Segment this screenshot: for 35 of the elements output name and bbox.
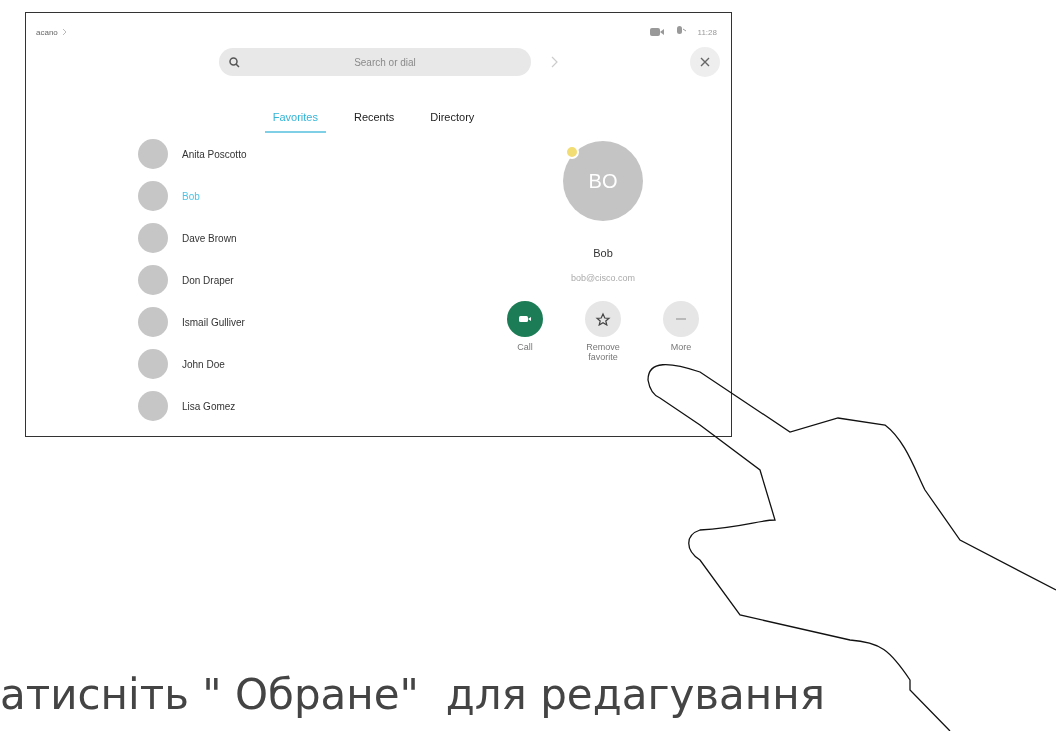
contact-name[interactable]: John Doe — [182, 358, 225, 370]
contact-name[interactable]: Don Draper — [182, 274, 234, 286]
camera-icon[interactable] — [649, 27, 664, 37]
chevron-icon[interactable] — [551, 56, 558, 68]
avatar-initials: BO — [588, 169, 618, 193]
contact-name[interactable]: Dave Brown — [182, 232, 237, 244]
contact-email: bob@cisco.com — [570, 273, 636, 283]
tab[interactable]: Recents — [345, 107, 403, 133]
tab[interactable]: Directory — [422, 107, 483, 133]
breadcrumb-label[interactable]: acano — [36, 27, 58, 37]
instruction-caption: атисніть " Обране" для редагування — [0, 672, 826, 719]
action-label: Remove favorite — [585, 342, 621, 362]
action-label: Call — [517, 342, 533, 352]
favorite-button[interactable] — [585, 301, 621, 337]
close-icon — [700, 57, 710, 67]
clock-time: 11:28 — [697, 27, 717, 37]
avatar-circle — [138, 391, 168, 421]
status-dot — [565, 145, 579, 159]
contact-name[interactable]: Lisa Gomez — [182, 400, 236, 412]
search-icon — [229, 57, 240, 68]
avatar-circle — [138, 265, 168, 295]
avatar-circle — [138, 139, 168, 169]
contact-name[interactable]: Anita Poscotto — [182, 148, 247, 160]
avatar-circle — [138, 223, 168, 253]
close-button[interactable] — [690, 47, 720, 77]
avatar-circle — [138, 181, 168, 211]
chevron-icon — [61, 28, 67, 36]
action-label: More — [670, 342, 692, 352]
star-icon — [595, 312, 611, 326]
contact-name[interactable]: Ismail Gulliver — [182, 316, 245, 328]
call-button[interactable] — [507, 301, 543, 337]
avatar-circle — [138, 307, 168, 337]
avatar-circle — [138, 349, 168, 379]
search-field[interactable]: Search or dial — [219, 48, 531, 76]
contact-name-heading: Bob — [593, 247, 613, 259]
